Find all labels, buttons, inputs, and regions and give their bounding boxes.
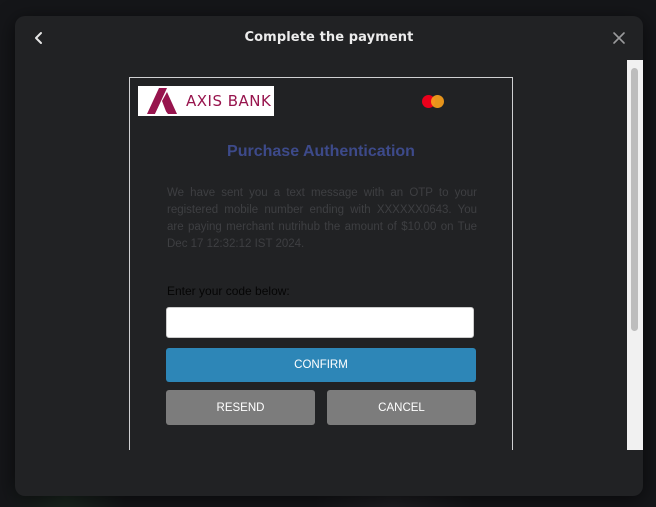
bank-logo: AXIS BANK	[138, 86, 274, 116]
otp-label: Enter your code below:	[167, 284, 290, 298]
otp-input[interactable]	[166, 307, 474, 338]
cancel-button[interactable]: CANCEL	[327, 390, 476, 425]
bank-auth-page: AXIS BANK Purchase Authentication We hav…	[129, 77, 513, 450]
close-icon	[613, 32, 625, 44]
resend-button[interactable]: RESEND	[166, 390, 315, 425]
modal-header: Complete the payment	[15, 16, 643, 60]
modal-title: Complete the payment	[244, 30, 414, 45]
bank-logo-text: AXIS BANK	[186, 92, 272, 110]
confirm-button[interactable]: CONFIRM	[166, 348, 476, 382]
mastercard-logo	[422, 93, 446, 109]
otp-info-message: We have sent you a text message with an …	[167, 187, 477, 250]
scrollbar[interactable]	[627, 60, 643, 450]
close-button[interactable]	[609, 28, 629, 48]
payment-modal: Complete the payment AXIS BANK Purchase …	[15, 16, 643, 496]
mastercard-orange-circle	[431, 95, 444, 108]
payment-iframe-area: AXIS BANK Purchase Authentication We hav…	[15, 60, 643, 450]
auth-heading: Purchase Authentication	[227, 143, 415, 160]
scrollbar-thumb[interactable]	[631, 68, 638, 331]
axis-bank-logo-mark	[147, 88, 177, 114]
